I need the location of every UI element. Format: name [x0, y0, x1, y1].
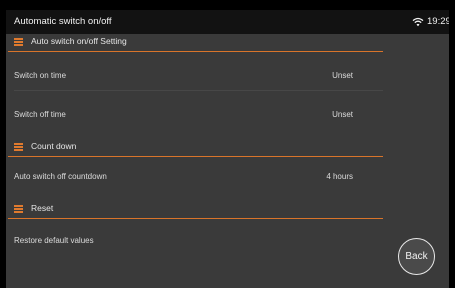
row-label: Auto switch off countdown — [14, 172, 107, 181]
section-label: Reset — [31, 203, 54, 213]
row-label: Restore default values — [14, 236, 94, 245]
section-divider — [8, 155, 383, 157]
auto-switch-off-countdown-row[interactable]: Auto switch off countdown 4 hours — [6, 162, 383, 192]
menu-icon — [14, 205, 23, 213]
section-header-auto-switch: Auto switch on/off Setting — [6, 36, 383, 52]
section-header-reset: Reset — [6, 203, 383, 219]
switch-on-time-row[interactable]: Switch on time Unset — [6, 61, 383, 91]
app-title: Automatic switch on/off — [14, 16, 112, 27]
section-divider — [8, 217, 383, 219]
row-value: 4 hours — [326, 172, 353, 181]
row-value: Unset — [332, 110, 353, 119]
settings-screen: Automatic switch on/off 19:29 Auto switc… — [6, 10, 449, 288]
row-label: Switch off time — [14, 110, 66, 119]
section-header-count-down: Count down — [6, 141, 383, 157]
row-value: Unset — [332, 71, 353, 80]
status-bar: Automatic switch on/off 19:29 — [6, 10, 449, 34]
back-button[interactable]: Back — [398, 238, 435, 275]
clock: 19:29 — [427, 16, 449, 27]
menu-icon — [14, 38, 23, 46]
restore-default-values-row[interactable]: Restore default values — [6, 226, 383, 256]
switch-off-time-row[interactable]: Switch off time Unset — [6, 100, 383, 130]
row-divider — [14, 90, 383, 91]
section-divider — [8, 50, 383, 52]
section-label: Count down — [31, 141, 77, 151]
row-label: Switch on time — [14, 71, 67, 80]
menu-icon — [14, 143, 23, 151]
section-label: Auto switch on/off Setting — [31, 36, 127, 46]
wifi-icon — [412, 17, 424, 27]
